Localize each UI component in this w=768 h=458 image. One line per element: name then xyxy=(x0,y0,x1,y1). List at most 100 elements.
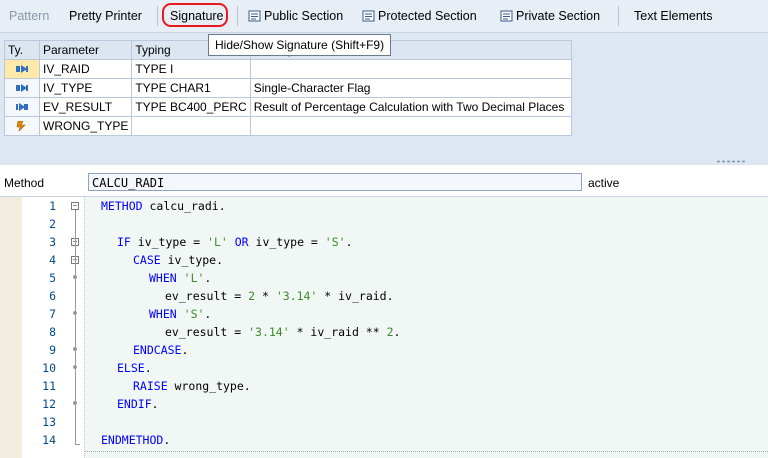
param-name-cell[interactable]: IV_TYPE xyxy=(38,78,133,98)
code-line[interactable]: METHOD calcu_radi. xyxy=(101,197,226,215)
code-literal: 'S' xyxy=(324,235,346,249)
code-text: . xyxy=(163,433,171,447)
table-row[interactable]: IV_RAID TYPE I xyxy=(4,59,572,79)
table-row[interactable]: IV_TYPE TYPE CHAR1 Single-Character Flag xyxy=(4,78,572,98)
param-typing-cell[interactable]: TYPE BC400_PERC xyxy=(131,97,251,117)
code-text: ev_result = xyxy=(165,325,249,339)
code-text: iv_type = xyxy=(130,235,208,249)
code-text: ev_result = xyxy=(165,289,249,303)
param-type-cell[interactable] xyxy=(4,59,40,79)
pretty-printer-button[interactable]: Pretty Printer xyxy=(69,7,142,25)
code-keyword: RAISE xyxy=(133,379,168,393)
code-line[interactable]: ev_result = 2 * '3.14' * iv_raid. xyxy=(165,287,394,305)
table-row[interactable]: WRONG_TYPE xyxy=(4,116,572,136)
code-literal: '3.14' xyxy=(275,289,318,303)
code-line[interactable]: WHEN 'S'. xyxy=(149,305,211,323)
code-text: * iv_raid ** xyxy=(289,325,387,339)
param-type-cell[interactable] xyxy=(4,97,40,117)
code-keyword: METHOD xyxy=(101,199,143,213)
code-literal: 'L' xyxy=(183,271,205,285)
code-keyword: WHEN xyxy=(149,271,177,285)
code-line[interactable]: ev_result = '3.14' * iv_raid ** 2. xyxy=(165,323,400,341)
fold-collapse-icon[interactable]: − xyxy=(71,202,79,210)
line-number: 4 xyxy=(49,253,56,267)
line-number: 10 xyxy=(42,361,56,375)
line-number: 12 xyxy=(42,397,56,411)
pattern-button[interactable]: Pattern xyxy=(9,7,49,25)
gutter-divider xyxy=(84,197,86,458)
code-text: . xyxy=(204,271,212,285)
code-line[interactable]: WHEN 'L'. xyxy=(149,269,211,287)
fold-end-icon xyxy=(75,444,80,445)
code-keyword: ENDMETHOD xyxy=(101,433,164,447)
code-line[interactable]: RAISE wrong_type. xyxy=(133,377,251,395)
code-line[interactable]: ENDMETHOD. xyxy=(101,431,170,449)
code-keyword: IF xyxy=(117,235,131,249)
param-typing-cell[interactable] xyxy=(131,116,251,136)
editor-end-rule xyxy=(85,451,768,452)
code-keyword: ENDCASE xyxy=(133,343,182,357)
code-keyword: ELSE xyxy=(117,361,145,375)
protected-section-button[interactable]: Protected Section xyxy=(362,7,477,25)
code-text: iv_type = xyxy=(248,235,325,249)
column-header-type[interactable]: Ty. xyxy=(4,40,40,60)
code-keyword: CASE xyxy=(133,253,161,267)
toolbar-separator xyxy=(157,6,158,26)
code-text: iv_type. xyxy=(160,253,224,267)
param-name-cell[interactable]: WRONG_TYPE xyxy=(38,116,133,136)
column-header-parameter[interactable]: Parameter xyxy=(38,40,133,60)
method-name-field[interactable]: CALCU_RADI xyxy=(88,173,582,191)
param-description-cell[interactable] xyxy=(249,116,572,136)
private-section-button[interactable]: Private Section xyxy=(500,7,600,25)
exporting-icon xyxy=(16,103,28,111)
code-text: * iv_raid. xyxy=(317,289,394,303)
code-editor[interactable]: 1 2 3 4 5 6 7 8 9 10 11 12 13 14 METHOD calcu_radi. IF … xyxy=(0,196,768,458)
section-icon xyxy=(500,10,513,22)
param-type-cell[interactable] xyxy=(4,116,40,136)
private-section-label: Private Section xyxy=(516,9,601,23)
importing-icon xyxy=(16,84,28,92)
line-number: 9 xyxy=(49,343,56,357)
line-number: 2 xyxy=(49,217,56,231)
text-elements-button[interactable]: Text Elements xyxy=(634,7,713,25)
editor-marker-bar xyxy=(0,197,23,458)
method-label: Method xyxy=(4,176,45,190)
code-text: . xyxy=(151,397,159,411)
public-section-button[interactable]: Public Section xyxy=(248,7,343,25)
param-typing-cell[interactable]: TYPE CHAR1 xyxy=(131,78,251,98)
signature-tooltip: Hide/Show Signature (Shift+F9) xyxy=(208,34,392,56)
line-number: 13 xyxy=(42,415,56,429)
exception-icon xyxy=(16,121,26,131)
splitter-grip[interactable] xyxy=(716,160,746,163)
code-line[interactable]: CASE iv_type. xyxy=(133,251,223,269)
code-text: . xyxy=(144,361,152,375)
fold-branch-icon xyxy=(73,311,77,315)
code-text: calcu_radi. xyxy=(142,199,226,213)
code-text: . xyxy=(345,235,353,249)
code-text: * xyxy=(255,289,276,303)
code-keyword: ENDIF xyxy=(117,397,152,411)
param-typing-cell[interactable]: TYPE I xyxy=(131,59,251,79)
fold-branch-icon xyxy=(73,401,77,405)
param-name-cell[interactable]: IV_RAID xyxy=(38,59,133,79)
code-text: . xyxy=(204,307,212,321)
code-line[interactable]: ENDIF. xyxy=(117,395,159,413)
param-description-cell[interactable] xyxy=(249,59,572,79)
code-line[interactable]: ELSE. xyxy=(117,359,152,377)
param-type-cell[interactable] xyxy=(4,78,40,98)
param-description-cell[interactable]: Single-Character Flag xyxy=(249,78,572,98)
param-description-cell[interactable]: Result of Percentage Calculation with Tw… xyxy=(249,97,572,117)
code-line[interactable]: IF iv_type = 'L' OR iv_type = 'S'. xyxy=(117,233,353,251)
public-section-label: Public Section xyxy=(264,9,344,23)
section-icon xyxy=(362,10,375,22)
table-row[interactable]: EV_RESULT TYPE BC400_PERC Result of Perc… xyxy=(4,97,572,117)
toolbar-separator xyxy=(618,6,619,26)
code-line[interactable]: ENDCASE. xyxy=(133,341,188,359)
fold-branch-icon xyxy=(73,365,77,369)
param-name-cell[interactable]: EV_RESULT xyxy=(38,97,133,117)
method-row: Method CALCU_RADI active xyxy=(0,171,768,195)
application-toolbar: Pattern Pretty Printer Signature Public … xyxy=(0,0,768,33)
